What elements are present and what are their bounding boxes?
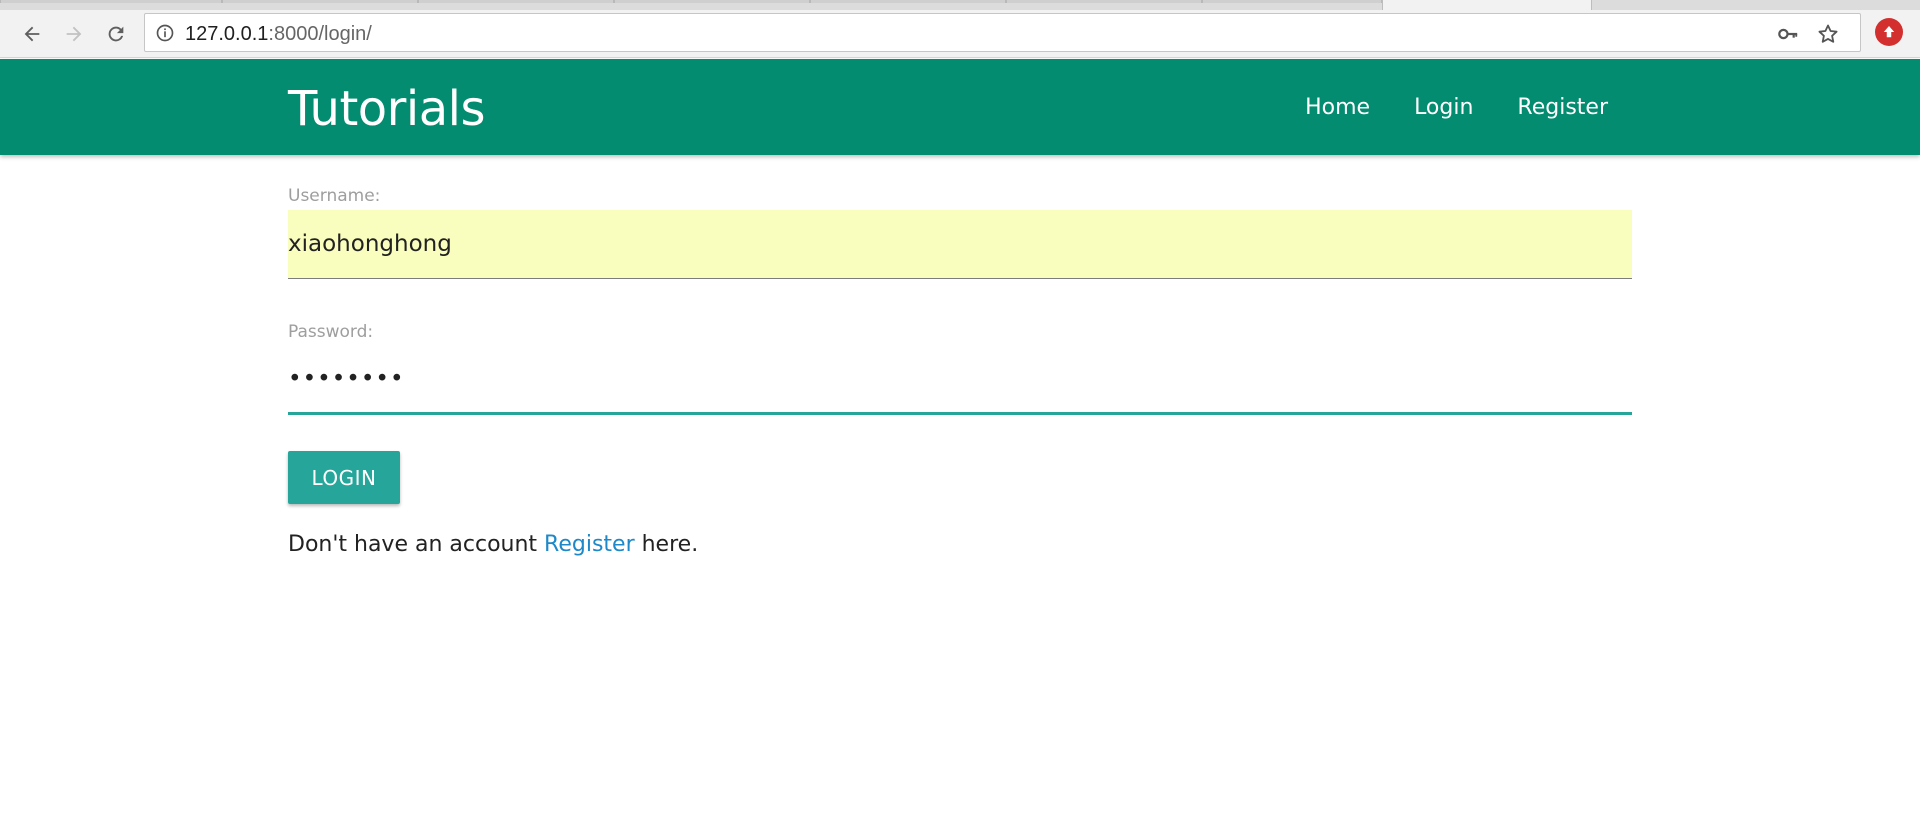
address-bar[interactable]: 127.0.0.1:8000/login/: [144, 13, 1861, 52]
forward-button[interactable]: [58, 18, 90, 50]
login-button[interactable]: LOGIN: [288, 451, 400, 504]
browser-toolbar: 127.0.0.1:8000/login/: [0, 10, 1920, 58]
register-link[interactable]: Register: [544, 532, 635, 557]
site-nav: Home Login Register: [1283, 95, 1630, 121]
arrow-right-icon: [66, 26, 82, 42]
upload-arrow-icon: [1883, 26, 1895, 38]
browser-tab[interactable]: [614, 0, 810, 3]
username-input[interactable]: [288, 210, 1632, 279]
key-icon[interactable]: [1776, 23, 1800, 45]
register-prompt-prefix: Don't have an account: [288, 532, 545, 557]
nav-link-home[interactable]: Home: [1283, 95, 1392, 121]
register-prompt: Don't have an account Register here.: [288, 532, 698, 557]
browser-tab[interactable]: [222, 0, 418, 3]
arrow-left-icon: [24, 26, 40, 42]
browser-tab-active[interactable]: [1382, 0, 1592, 10]
browser-tab[interactable]: [1006, 0, 1202, 3]
site-header: Tutorials Home Login Register: [0, 59, 1920, 155]
browser-tab[interactable]: [1202, 0, 1382, 3]
password-label: Password:: [288, 322, 374, 342]
extension-button[interactable]: [1875, 18, 1903, 46]
star-icon[interactable]: [1816, 22, 1840, 46]
username-label: Username:: [288, 186, 381, 206]
nav-link-register[interactable]: Register: [1495, 95, 1630, 121]
url-host: 127.0.0.1: [185, 23, 269, 45]
reload-button[interactable]: [100, 18, 132, 50]
browser-tab[interactable]: [0, 0, 222, 3]
reload-icon: [108, 26, 124, 42]
browser-tab[interactable]: [418, 0, 614, 3]
url-path: :8000/login/: [268, 23, 372, 45]
info-icon[interactable]: [155, 23, 175, 43]
browser-tabstrip: [0, 0, 1920, 10]
url-text[interactable]: 127.0.0.1:8000/login/: [185, 23, 372, 45]
back-button[interactable]: [16, 18, 48, 50]
password-input[interactable]: [288, 346, 1632, 415]
site-brand[interactable]: Tutorials: [288, 81, 485, 137]
nav-link-login[interactable]: Login: [1392, 95, 1495, 121]
register-prompt-suffix: here.: [634, 532, 699, 557]
browser-tab[interactable]: [810, 0, 1006, 3]
